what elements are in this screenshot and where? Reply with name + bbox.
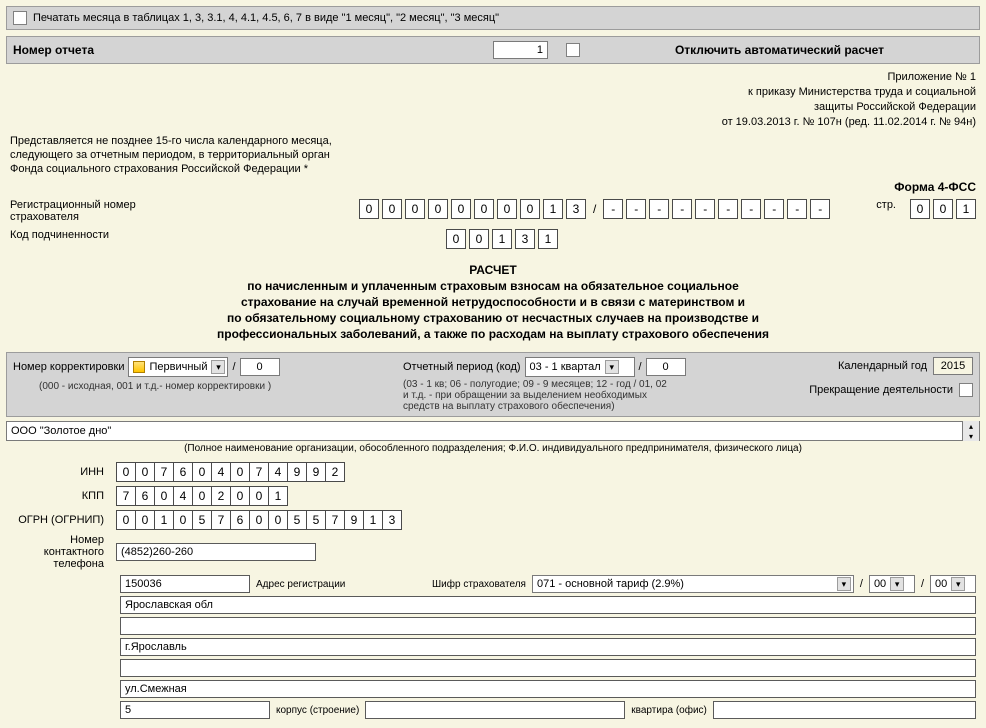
report-number-row: Номер отчета Отключить автоматический ра… <box>6 36 980 64</box>
chevron-down-icon: ▾ <box>211 360 225 374</box>
page-label: стр. <box>876 199 896 211</box>
cease-checkbox[interactable] <box>959 383 973 397</box>
reg-number-cells[interactable]: 0 0 0 0 0 0 0 0 1 3 / - - - - - - - - - … <box>359 199 830 219</box>
print-months-label: Печатать месяца в таблицах 1, 3, 3.1, 4,… <box>33 12 499 24</box>
cease-label: Прекращение деятельности <box>809 384 953 396</box>
report-number-label: Номер отчета <box>13 43 94 57</box>
correction-value[interactable] <box>240 358 280 376</box>
correction-type-combo[interactable]: Первичный ▾ <box>128 357 228 377</box>
form-code-label: Форма 4-ФСС <box>894 180 976 194</box>
tarif-label: Шифр страхователя <box>432 579 526 590</box>
period-right-value[interactable] <box>646 358 686 376</box>
correction-note: (000 - исходная, 001 и т.д.- номер корре… <box>13 377 393 392</box>
street-input[interactable] <box>120 680 976 698</box>
chevron-down-icon: ▾ <box>837 577 851 591</box>
kpp-label: КПП <box>10 490 110 502</box>
reg-number-row: Регистрационный номер страхователя 0 0 0… <box>0 196 986 226</box>
kpp-cells[interactable]: 760402001 <box>116 486 288 506</box>
phone-row: Номер контактного телефона <box>0 532 986 572</box>
page-cells[interactable]: 0 0 1 <box>910 199 976 219</box>
inn-label: ИНН <box>10 466 110 478</box>
korpus-input[interactable] <box>365 701 625 719</box>
disable-calc-label: Отключить автоматический расчет <box>586 43 973 57</box>
ogrn-cells[interactable]: 001057600557913 <box>116 510 402 530</box>
subord-code-label: Код подчиненности <box>10 229 170 241</box>
chevron-down-icon: ▾ <box>963 431 979 441</box>
kpp-row: КПП 760402001 <box>0 484 986 508</box>
params-row: Номер корректировки Первичный ▾ / (000 -… <box>6 352 980 417</box>
submission-note: Представляется не позднее 15-го числа ка… <box>0 132 986 178</box>
subord-code-row: Код подчиненности 0 0 1 3 1 <box>0 226 986 252</box>
appendix-block: Приложение № 1 к приказу Министерства тр… <box>0 64 986 132</box>
postcode-input[interactable] <box>120 575 250 593</box>
tarif-combo[interactable]: 071 - основной тариф (2.9%) ▾ <box>532 575 854 593</box>
reg-number-label: Регистрационный номер страхователя <box>10 199 170 223</box>
org-name-input[interactable]: ООО "Золотое дно" ▴ ▾ <box>6 421 980 441</box>
disable-calc-checkbox[interactable] <box>566 43 580 57</box>
locality-input[interactable] <box>120 659 976 677</box>
korpus-label: корпус (строение) <box>276 705 359 716</box>
district-input[interactable] <box>120 617 976 635</box>
print-months-checkbox[interactable] <box>13 11 27 25</box>
print-months-row: Печатать месяца в таблицах 1, 3, 3.1, 4,… <box>6 6 980 30</box>
org-spinner[interactable]: ▴ ▾ <box>962 421 979 441</box>
period-label: Отчетный период (код) <box>403 361 521 373</box>
postcode-caption: Адрес регистрации <box>256 579 426 590</box>
phone-label: Номер контактного телефона <box>10 534 110 570</box>
year-input[interactable] <box>933 357 973 375</box>
flat-label: квартира (офис) <box>631 705 707 716</box>
address-block: Адрес регистрации Шифр страхователя 071 … <box>0 575 986 728</box>
inn-cells[interactable]: 007604074992 <box>116 462 345 482</box>
year-label: Календарный год <box>838 360 927 372</box>
doc-icon <box>133 361 145 373</box>
phone-input[interactable] <box>116 543 316 561</box>
chevron-down-icon: ▾ <box>951 577 965 591</box>
tarif2-combo[interactable]: 00 ▾ <box>869 575 915 593</box>
chevron-down-icon: ▾ <box>605 360 619 374</box>
tarif3-combo[interactable]: 00 ▾ <box>930 575 976 593</box>
form-title: РАСЧЕТ по начисленным и уплаченным страх… <box>0 252 986 348</box>
flat-input[interactable] <box>713 701 976 719</box>
ogrn-row: ОГРН (ОГРНИП) 001057600557913 <box>0 508 986 532</box>
house-input[interactable] <box>120 701 270 719</box>
correction-label: Номер корректировки <box>13 361 124 373</box>
org-name-caption: (Полное наименование организации, обособ… <box>0 441 986 460</box>
period-combo[interactable]: 03 - 1 квартал ▾ <box>525 357 635 377</box>
report-number-input[interactable] <box>493 41 548 59</box>
region-input[interactable] <box>120 596 976 614</box>
ogrn-label: ОГРН (ОГРНИП) <box>10 514 110 526</box>
inn-row: ИНН 007604074992 <box>0 460 986 484</box>
city-input[interactable] <box>120 638 976 656</box>
chevron-down-icon: ▾ <box>890 577 904 591</box>
subord-code-cells[interactable]: 0 0 1 3 1 <box>446 229 558 249</box>
chevron-up-icon: ▴ <box>963 421 979 431</box>
